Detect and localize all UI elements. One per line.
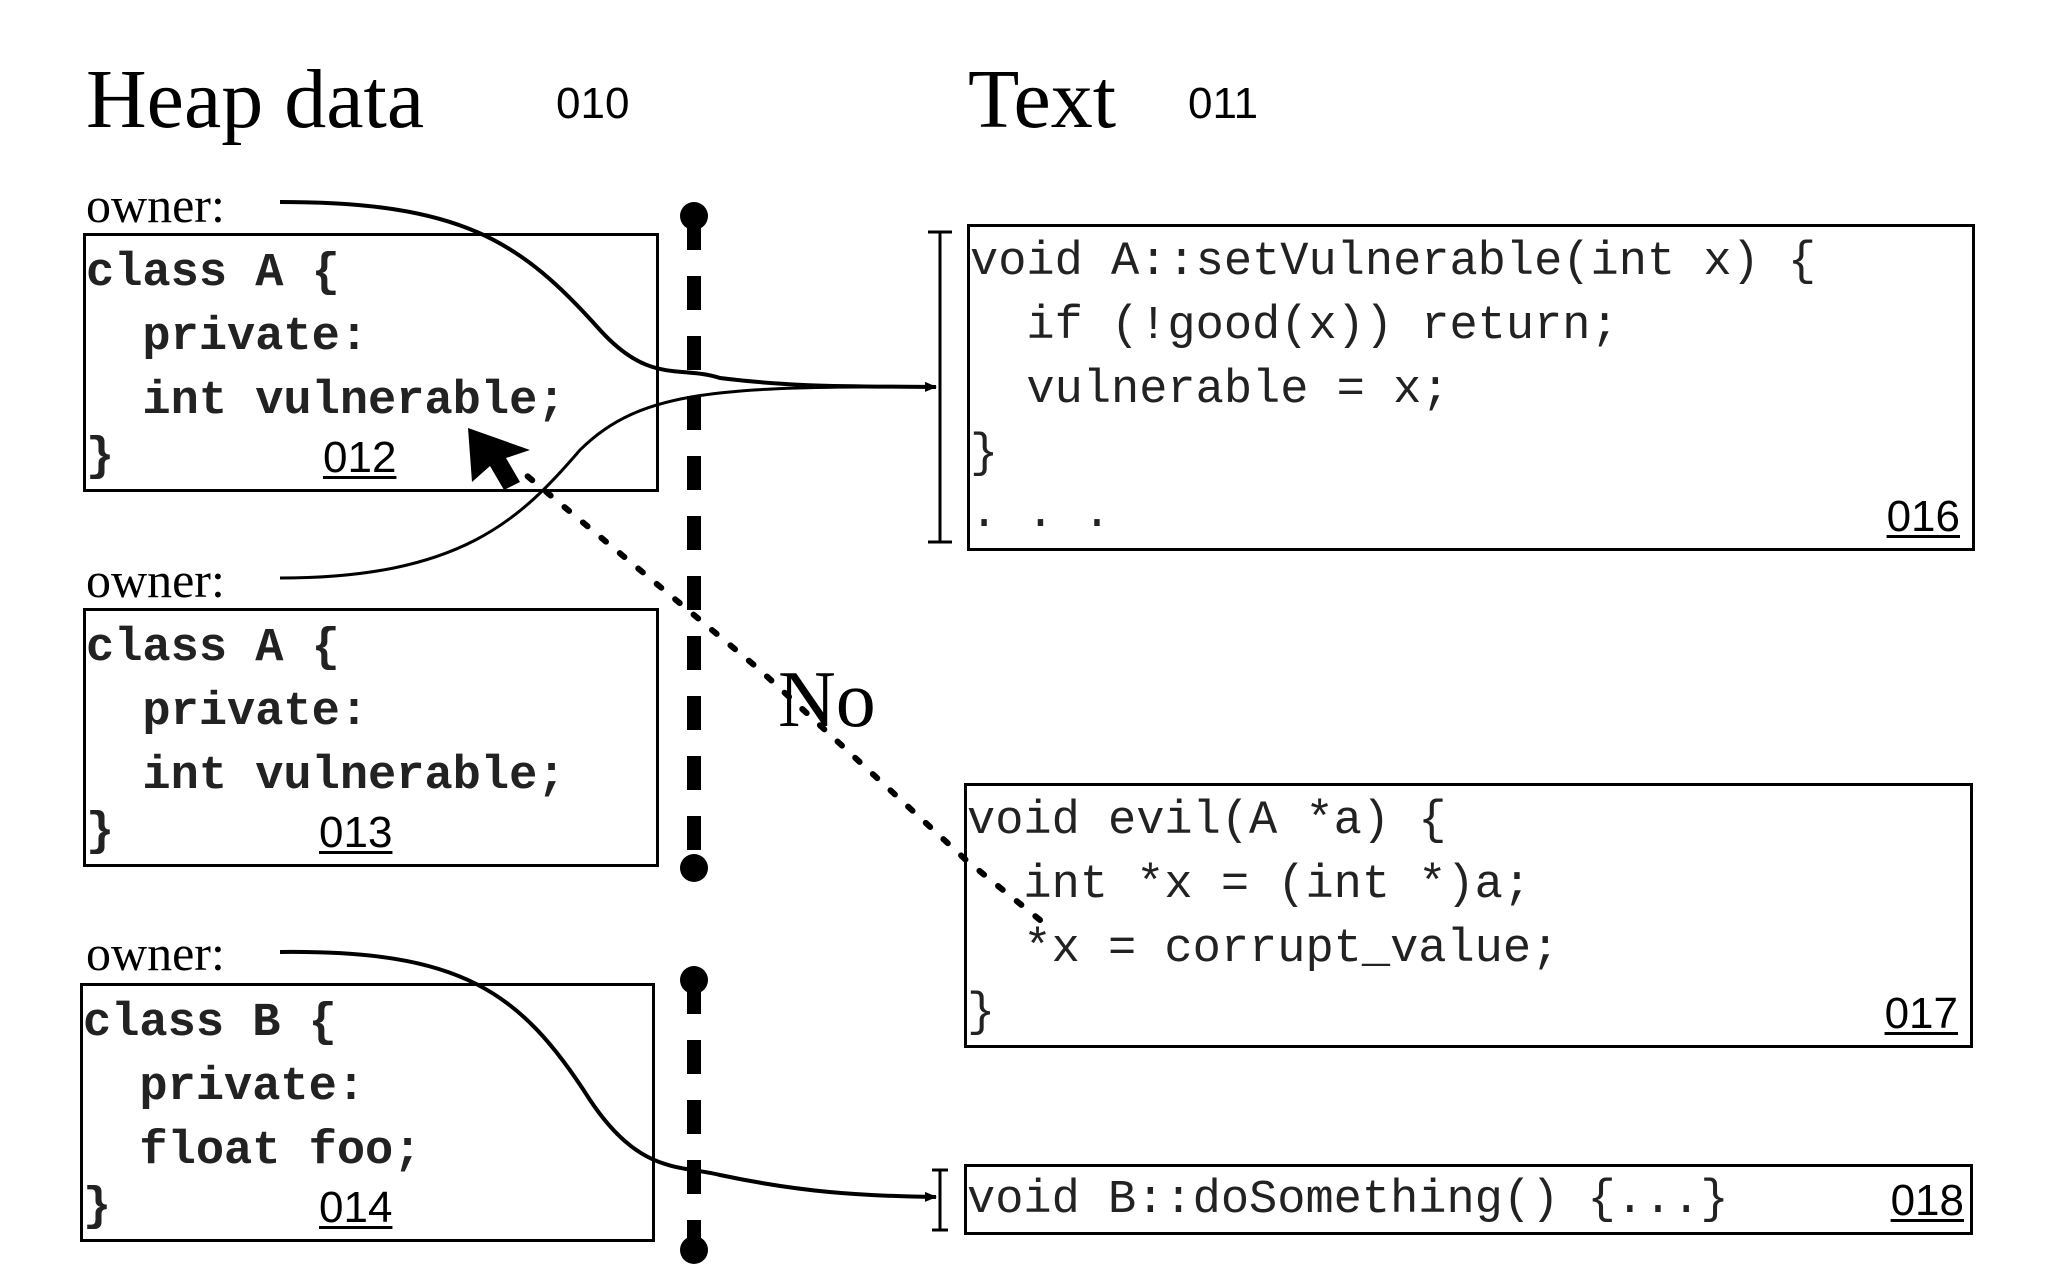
protection-boundary-upper	[680, 202, 708, 882]
denied-write-arrowhead-icon	[468, 428, 530, 490]
owner-arrow-014-to-018	[279, 949, 937, 1202]
owner-arrow-013-to-016	[279, 385, 937, 580]
denied-write-arrow	[517, 467, 1043, 923]
boundary-endpoint-icon	[680, 1236, 708, 1264]
diagram-overlay	[279, 200, 1043, 1264]
protection-boundary-lower	[680, 966, 708, 1264]
text-bracket-018	[932, 1168, 948, 1232]
owner-arrow-012-to-016	[279, 200, 937, 392]
boundary-endpoint-icon	[680, 854, 708, 882]
